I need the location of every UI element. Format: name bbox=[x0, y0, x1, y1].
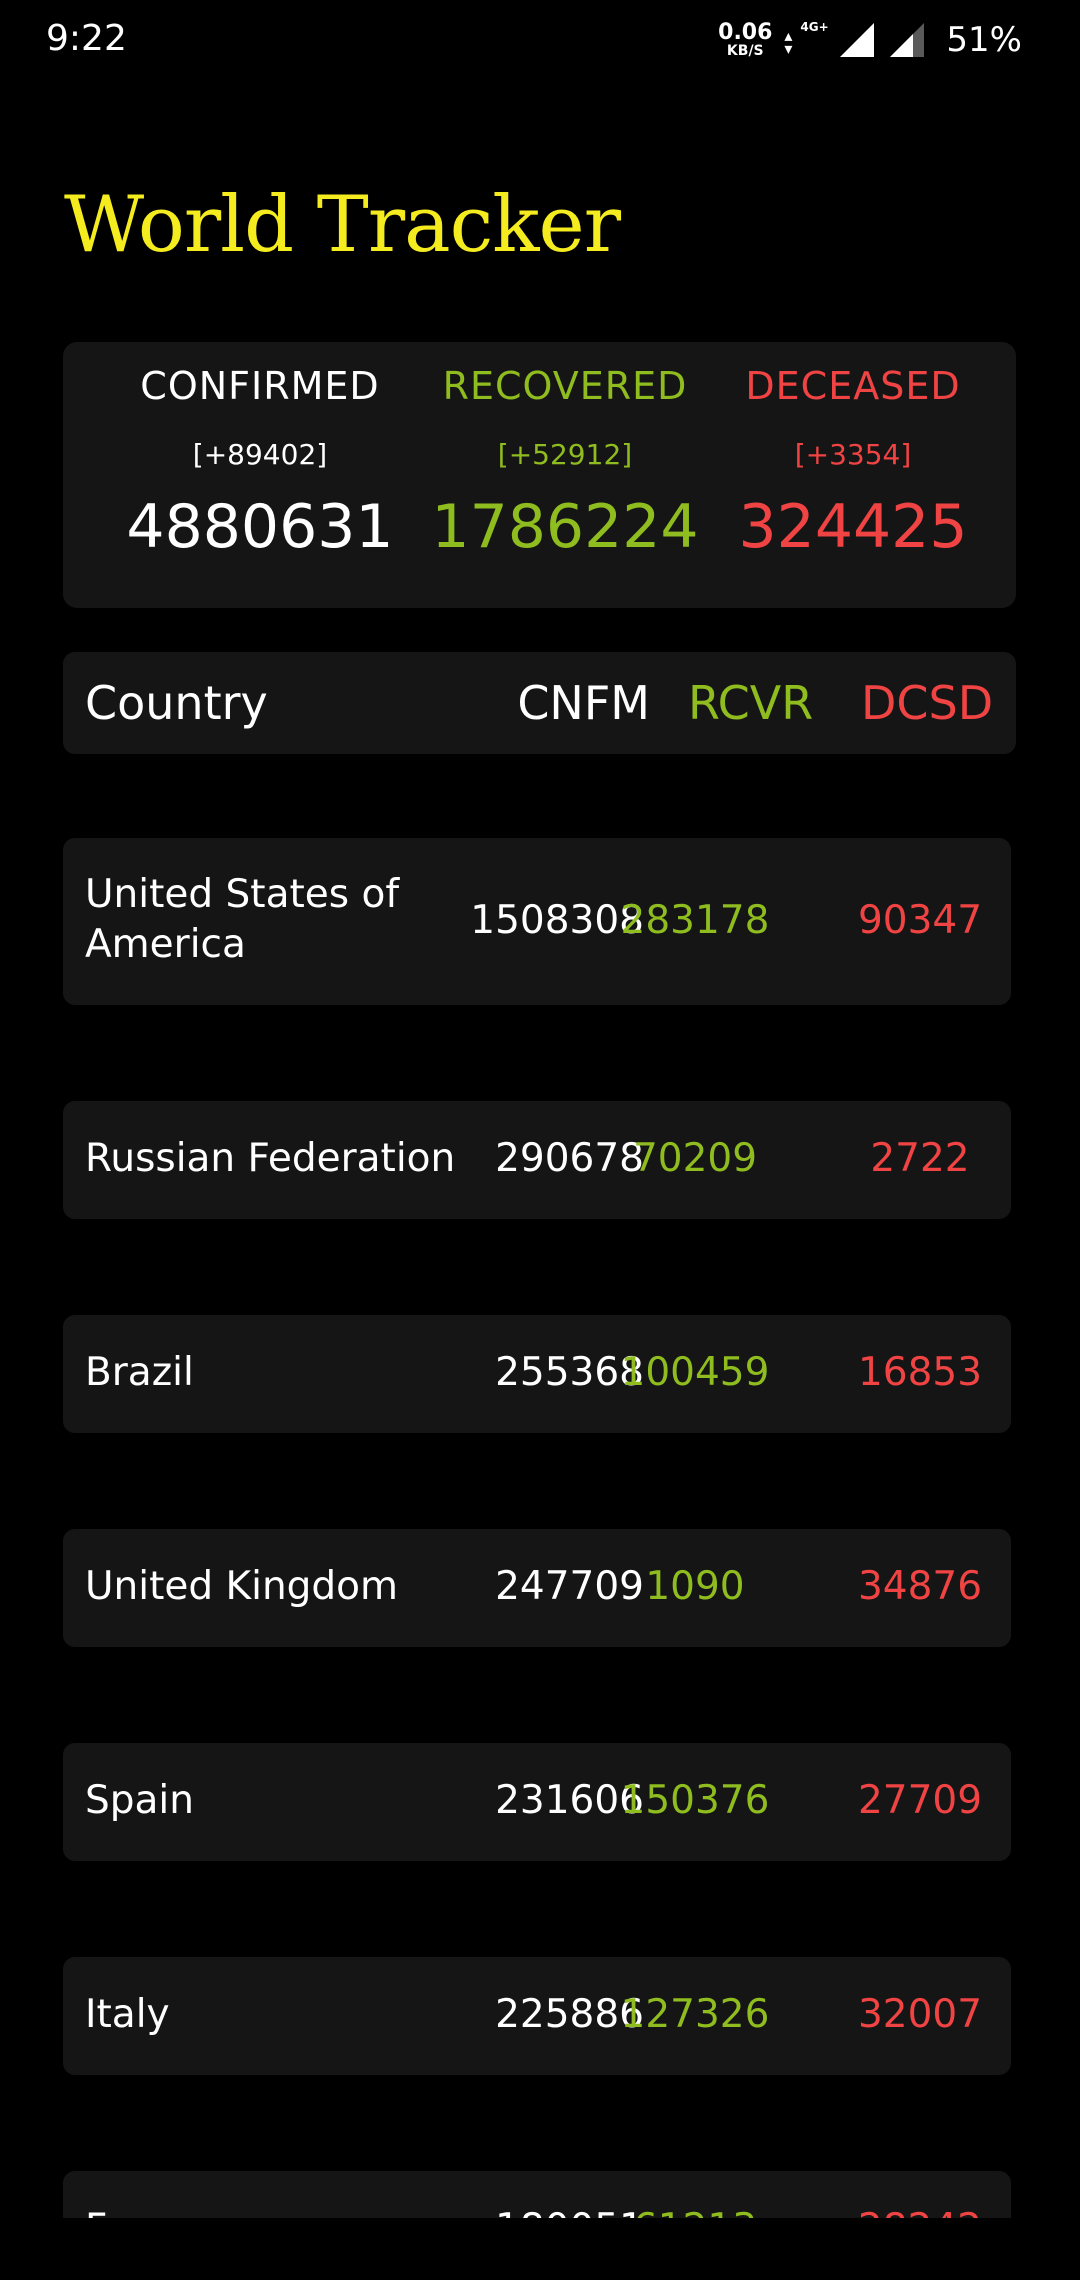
country-row[interactable]: Brazil 255368 100459 16853 bbox=[63, 1315, 1011, 1433]
country-recovered: 61213 bbox=[581, 2206, 809, 2218]
screen: 9:22 0.06 KB/S 4G+ ▴ ▾ 51% World Tracker … bbox=[0, 0, 1080, 2280]
country-recovered: 1090 bbox=[645, 1564, 745, 1609]
country-row[interactable]: Russian Federation 290678 70209 2722 bbox=[63, 1101, 1011, 1219]
country-deceased: 34876 bbox=[857, 1564, 983, 1609]
country-row[interactable]: Italy 225886 127326 32007 bbox=[63, 1957, 1011, 2075]
country-recovered: 127326 bbox=[620, 1992, 770, 2037]
country-name: Spain bbox=[85, 1778, 194, 1823]
country-deceased: 16853 bbox=[857, 1350, 983, 1395]
country-recovered: 150376 bbox=[620, 1778, 770, 1823]
country-row[interactable]: United Kingdom 247709 1090 34876 bbox=[63, 1529, 1011, 1647]
country-name: France bbox=[85, 2204, 485, 2218]
country-deceased: 28242 bbox=[820, 2206, 1020, 2218]
country-row[interactable]: United States of America 1508308 283178 … bbox=[63, 838, 1011, 1005]
country-name: United Kingdom bbox=[85, 1564, 399, 1609]
country-list[interactable]: United States of America 1508308 283178 … bbox=[0, 0, 1080, 2218]
navigation-bar-area bbox=[0, 2218, 1080, 2280]
country-name: United States of America bbox=[85, 872, 400, 967]
country-name: Brazil bbox=[85, 1350, 194, 1395]
country-recovered: 283178 bbox=[620, 898, 770, 943]
country-deceased: 2722 bbox=[870, 1136, 970, 1181]
country-name: Italy bbox=[85, 1992, 170, 2037]
country-row[interactable]: France 180051 61213 28242 bbox=[63, 2171, 1011, 2218]
country-deceased: 27709 bbox=[857, 1778, 983, 1823]
country-recovered: 100459 bbox=[620, 1350, 770, 1395]
country-recovered: 70209 bbox=[632, 1136, 758, 1181]
country-row[interactable]: Spain 231606 150376 27709 bbox=[63, 1743, 1011, 1861]
country-deceased: 32007 bbox=[857, 1992, 983, 2037]
country-deceased: 90347 bbox=[857, 898, 983, 943]
country-name: Russian Federation bbox=[85, 1136, 456, 1181]
